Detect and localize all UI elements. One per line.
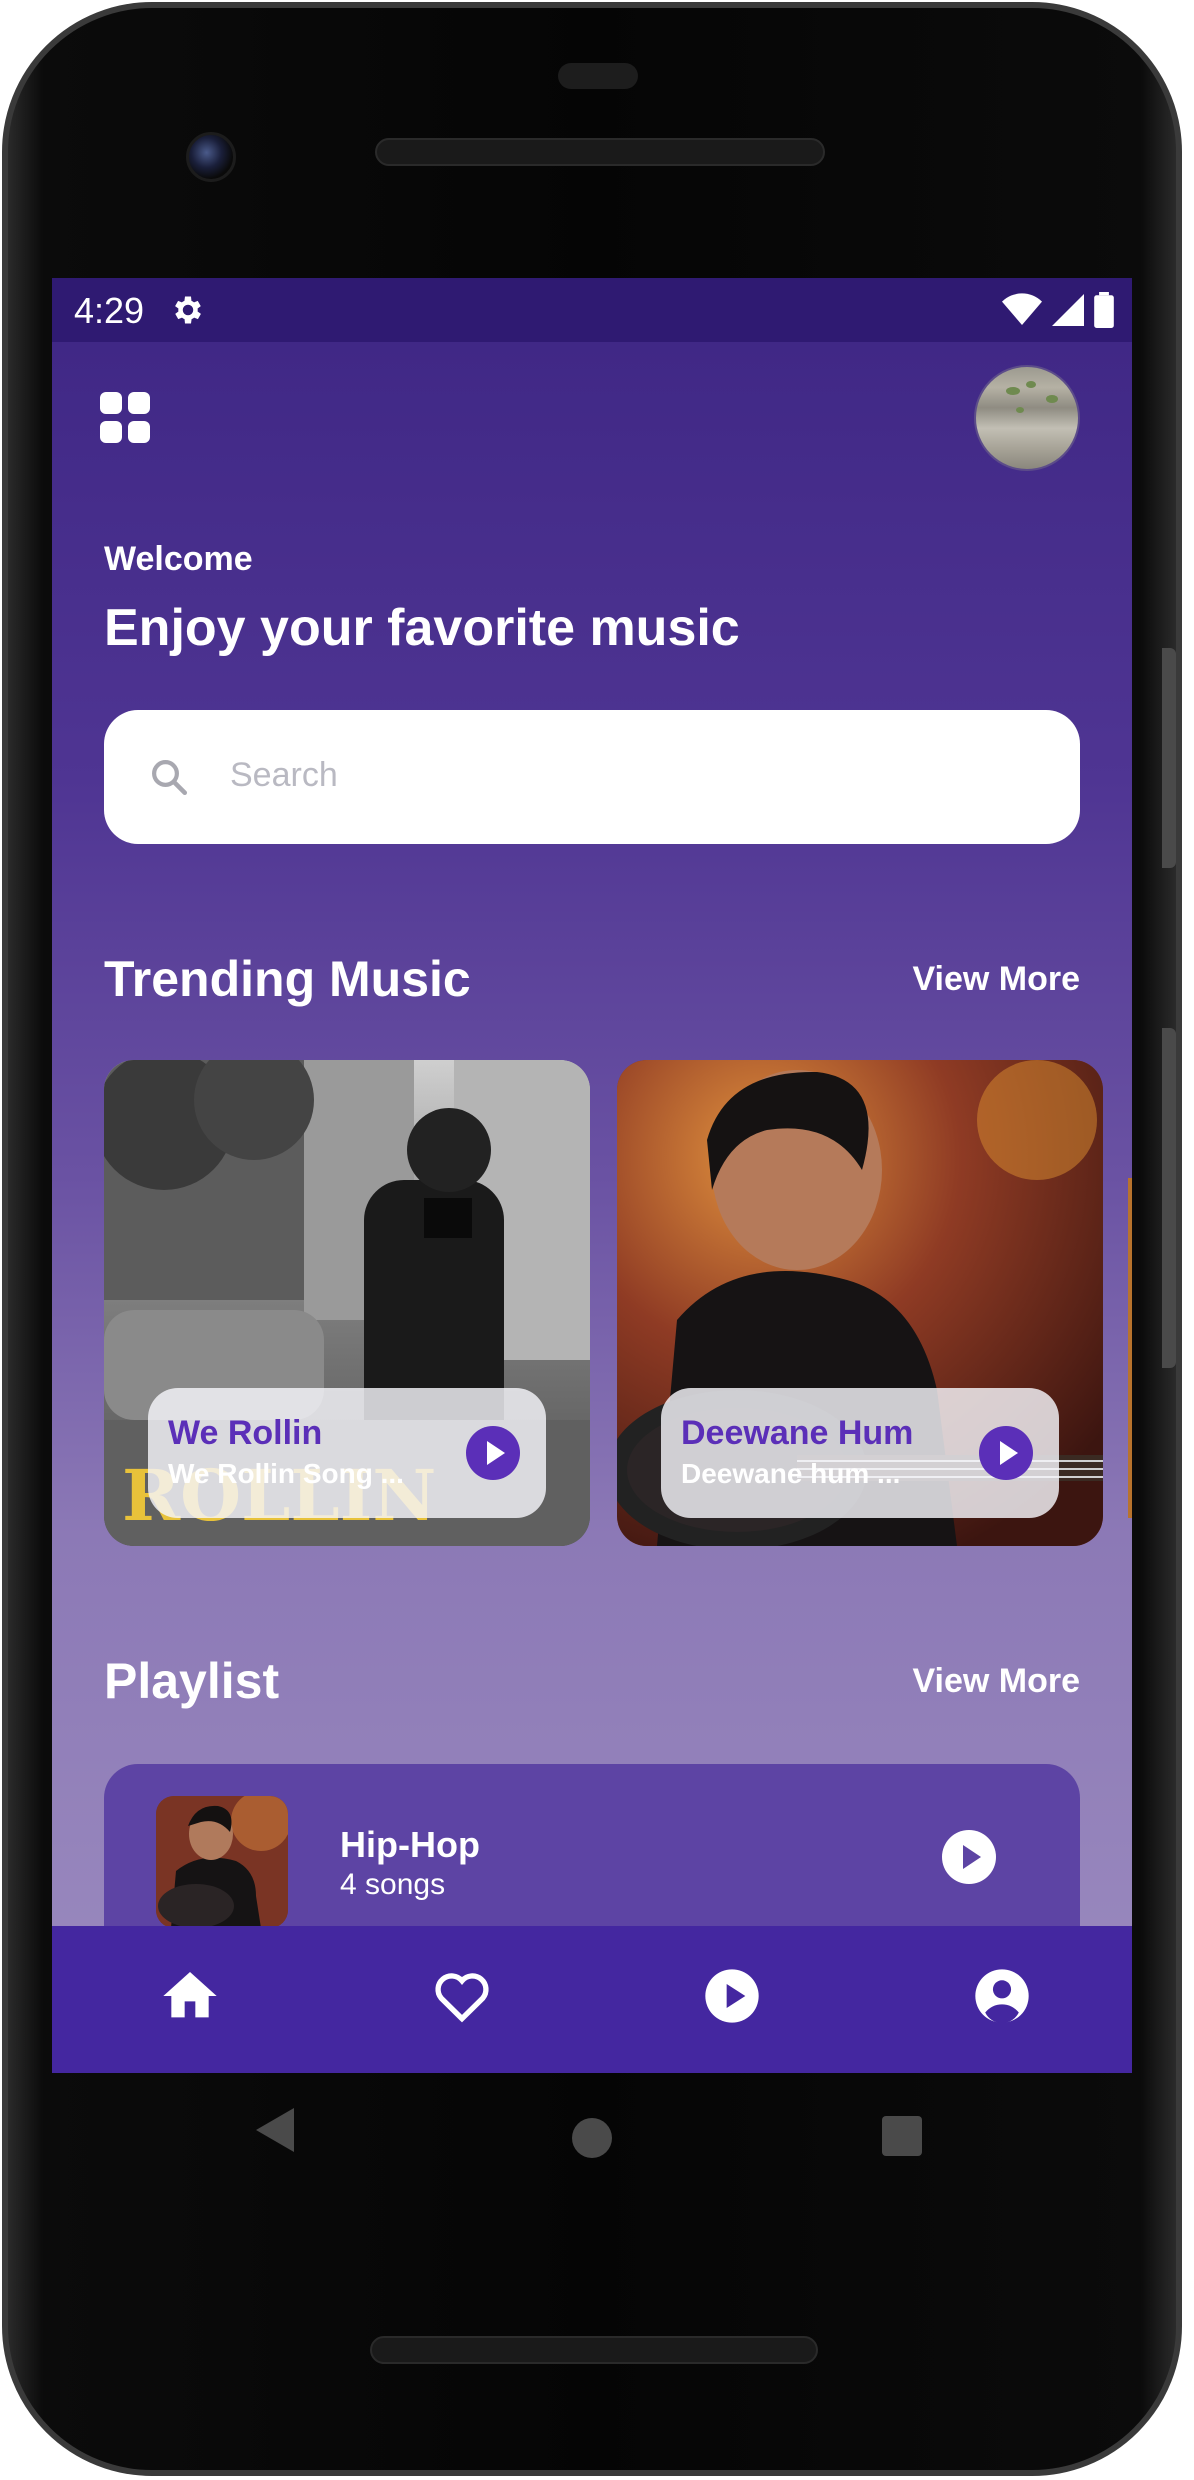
heart-icon[interactable] — [430, 1964, 494, 2028]
app-header — [52, 342, 1132, 482]
front-camera — [186, 132, 236, 182]
search-input[interactable]: Search — [104, 710, 1080, 844]
profile-icon[interactable] — [970, 1964, 1034, 2028]
album-art-image — [156, 1796, 288, 1928]
trending-card-peek[interactable] — [1128, 1178, 1132, 1518]
trending-view-more-link[interactable]: View More — [912, 960, 1080, 999]
playlist-item-title: Hip-Hop — [340, 1824, 480, 1865]
card-subtitle: Deewane hum ... — [681, 1458, 901, 1489]
playlist-title: Playlist — [104, 1653, 280, 1709]
trending-card[interactable]: ROLLIN We Rollin We Rollin Song ... — [104, 1060, 590, 1546]
top-speaker — [375, 138, 825, 166]
battery-icon — [1094, 292, 1114, 328]
playlist-item-count: 4 songs — [340, 1868, 446, 1901]
card-title: We Rollin — [168, 1414, 323, 1452]
play-icon[interactable] — [466, 1426, 520, 1480]
recent-apps-button[interactable] — [882, 2116, 922, 2156]
play-icon[interactable] — [942, 1830, 996, 1884]
back-button[interactable] — [256, 2108, 294, 2152]
status-time: 4:29 — [74, 290, 145, 331]
home-button[interactable] — [572, 2118, 612, 2158]
page-title: Enjoy your favorite music — [104, 599, 740, 657]
settings-icon — [175, 296, 201, 324]
app-screen: 4:29 Welcome Enjoy your favorite music S… — [52, 278, 1132, 2073]
card-info-panel: Deewane Hum Deewane hum ... — [661, 1388, 1059, 1518]
home-icon[interactable] — [158, 1964, 222, 2028]
status-bar: 4:29 — [52, 278, 1132, 342]
bottom-navigation — [52, 1926, 1132, 2073]
search-placeholder: Search — [230, 756, 338, 794]
avatar[interactable] — [974, 365, 1080, 471]
trending-card[interactable]: Deewane Hum Deewane hum ... — [617, 1060, 1103, 1546]
signal-icon — [1052, 294, 1084, 326]
welcome-label: Welcome — [104, 540, 253, 578]
earpiece — [558, 63, 638, 89]
play-circle-icon[interactable] — [700, 1964, 764, 2028]
card-title: Deewane Hum — [681, 1414, 914, 1452]
play-icon[interactable] — [979, 1426, 1033, 1480]
grid-menu-icon[interactable] — [100, 392, 152, 444]
search-icon — [152, 760, 188, 796]
wifi-icon — [1002, 293, 1042, 325]
playlist-thumbnail — [156, 1796, 288, 1928]
power-button — [1162, 648, 1176, 868]
bottom-speaker — [370, 2336, 818, 2364]
volume-button — [1162, 1028, 1176, 1368]
status-icons — [1002, 292, 1114, 328]
card-subtitle: We Rollin Song ... — [168, 1458, 404, 1489]
trending-title: Trending Music — [104, 951, 471, 1007]
card-info-panel: We Rollin We Rollin Song ... — [148, 1388, 546, 1518]
playlist-view-more-link[interactable]: View More — [912, 1662, 1080, 1701]
